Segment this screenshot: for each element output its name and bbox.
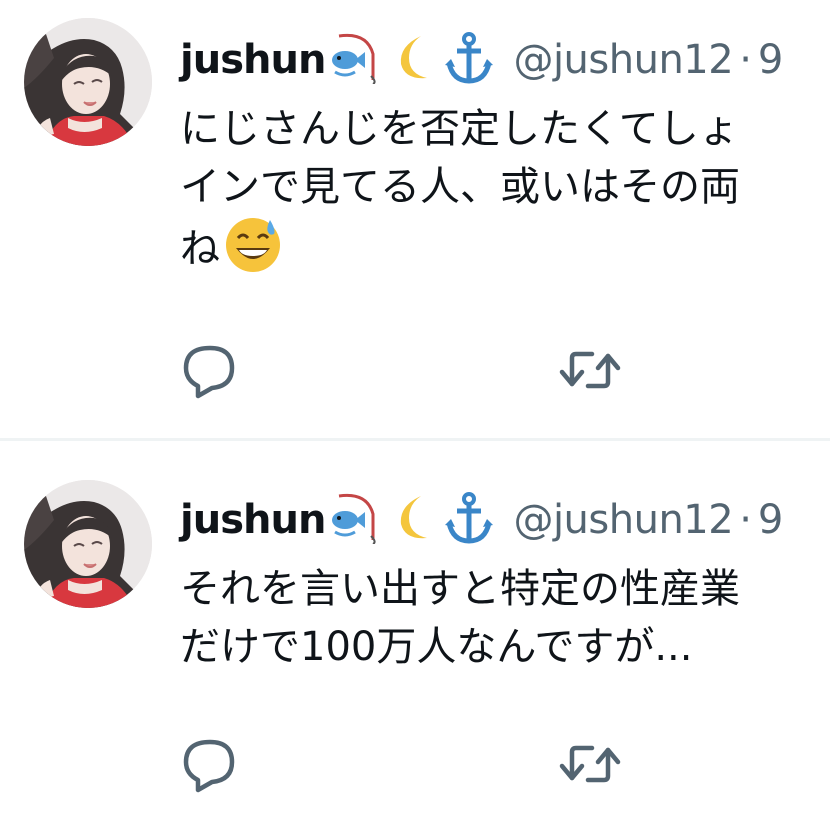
fishing-rod-fish-emoji	[325, 32, 383, 88]
avatar-image	[24, 18, 152, 146]
tweet-text-line: それを言い出すと特定の性産業	[180, 566, 740, 612]
tweet-text: にじさんじを否定したくてしょ インで見てる人、或いはその両 ね	[180, 100, 830, 274]
crescent-moon-emoji	[391, 492, 435, 548]
fishing-rod-fish-emoji	[325, 492, 383, 548]
retweet-icon[interactable]	[558, 340, 621, 400]
separator-dot: ·	[739, 37, 752, 83]
reply-icon[interactable]	[180, 734, 240, 794]
timestamp[interactable]: 9	[758, 37, 783, 83]
anchor-emoji	[443, 31, 495, 89]
separator-dot: ·	[739, 497, 752, 543]
handle[interactable]: @jushun12	[513, 37, 733, 83]
anchor-emoji	[443, 491, 495, 549]
display-name[interactable]: jushun	[180, 497, 326, 543]
tweet-text-line: にじさんじを否定したくてしょ	[180, 106, 739, 152]
grinning-sweat-emoji	[224, 216, 282, 290]
tweet-header: jushun @jushun12 · 9	[180, 28, 783, 92]
tweet-text-line: だけで100万人なんですが...	[180, 624, 693, 670]
avatar-image	[24, 480, 152, 608]
tweet-text-line: インで見てる人、或いはその両	[180, 164, 740, 210]
tweet[interactable]: jushun	[0, 442, 830, 827]
avatar[interactable]	[24, 480, 152, 608]
tweet-header: jushun @jushun12 · 9	[180, 488, 783, 552]
reply-icon[interactable]	[180, 340, 240, 400]
tweet-text: それを言い出すと特定の性産業 だけで100万人なんですが...	[180, 560, 830, 676]
tweet-text-line: ね	[180, 216, 830, 274]
tweet-text-segment: ね	[180, 226, 220, 272]
tweet-divider	[0, 438, 830, 441]
tweet-actions	[180, 734, 830, 794]
tweet[interactable]: jushun	[0, 0, 830, 440]
crescent-moon-emoji	[391, 32, 435, 88]
tweet-actions	[180, 340, 830, 400]
timestamp[interactable]: 9	[758, 497, 783, 543]
handle[interactable]: @jushun12	[513, 497, 733, 543]
retweet-icon[interactable]	[558, 734, 621, 794]
avatar[interactable]	[24, 18, 152, 146]
display-name[interactable]: jushun	[180, 37, 326, 83]
